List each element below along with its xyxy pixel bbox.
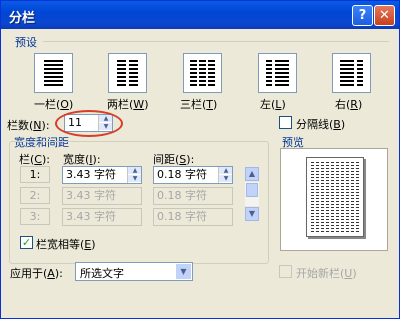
equal-width-checkbox[interactable]: ✓ bbox=[20, 236, 33, 249]
chevron-down-icon[interactable]: ▼ bbox=[176, 264, 191, 279]
dialog-title: 分栏 bbox=[9, 11, 36, 26]
scroll-up-icon[interactable]: ▲ bbox=[245, 167, 259, 181]
row-2-width-input[interactable]: 3.43 字符 bbox=[62, 187, 142, 205]
preset-one-column-label: 一栏(O) bbox=[34, 98, 74, 111]
columns-dialog: 分栏 ? ✕ 预设 一栏(O) 两栏(W) 三栏(T) 左(L) 右(R) 栏数… bbox=[0, 0, 400, 319]
columns-count-label: 栏数(N): bbox=[7, 119, 50, 132]
column-number-header: 栏(C): bbox=[19, 153, 50, 166]
preset-two-columns-label: 两栏(W) bbox=[107, 98, 149, 111]
row-1-width-spinner[interactable]: ▲ ▼ bbox=[127, 167, 141, 183]
equal-width-label: 栏宽相等(E) bbox=[36, 238, 96, 251]
highlight-annotation bbox=[55, 110, 123, 137]
one-column-preset-icon bbox=[44, 60, 63, 86]
spacing-header: 间距(S): bbox=[153, 153, 195, 166]
row-1-spacing-spinner[interactable]: ▲ ▼ bbox=[218, 167, 232, 183]
separator-label: 分隔线(B) bbox=[296, 118, 346, 131]
preview-columns-graphic bbox=[311, 162, 359, 232]
row-2-number: 2: bbox=[20, 187, 50, 204]
preset-right[interactable] bbox=[332, 53, 371, 93]
preview-box bbox=[280, 148, 388, 251]
scrollbar-thumb[interactable] bbox=[246, 183, 258, 197]
row-3-width-value: 3.43 字符 bbox=[66, 210, 116, 223]
width-header: 宽度(I): bbox=[63, 153, 101, 166]
spin-up-icon[interactable]: ▲ bbox=[219, 167, 232, 174]
row-1-width-input[interactable]: 3.43 字符 ▲ ▼ bbox=[62, 166, 142, 184]
row-3-spacing-value: 0.18 字符 bbox=[157, 210, 207, 223]
apply-to-value: 所选文字 bbox=[80, 267, 124, 280]
preset-two-columns[interactable] bbox=[108, 53, 147, 93]
row-1-width-value: 3.43 字符 bbox=[66, 168, 116, 181]
right-preset-icon bbox=[340, 60, 363, 86]
title-bar: 分栏 ? ✕ bbox=[1, 1, 399, 29]
apply-to-select[interactable]: 所选文字 ▼ bbox=[75, 262, 193, 281]
row-1-spacing-value: 0.18 字符 bbox=[157, 168, 207, 181]
preset-left[interactable] bbox=[258, 53, 297, 93]
presets-section-label: 预设 bbox=[15, 36, 37, 49]
spin-up-icon[interactable]: ▲ bbox=[128, 167, 141, 174]
preset-one-column[interactable] bbox=[34, 53, 73, 93]
row-2-spacing-value: 0.18 字符 bbox=[157, 189, 207, 202]
apply-to-label: 应用于(A): bbox=[10, 267, 63, 280]
two-columns-preset-icon bbox=[117, 60, 138, 86]
three-columns-preset-icon bbox=[190, 60, 215, 86]
row-1-number: 1: bbox=[20, 166, 50, 183]
preview-page bbox=[306, 157, 364, 237]
scroll-down-icon[interactable]: ▼ bbox=[245, 207, 259, 221]
spin-down-icon[interactable]: ▼ bbox=[128, 175, 141, 182]
preset-right-label: 右(R) bbox=[335, 98, 363, 111]
new-column-label: 开始新栏(U) bbox=[296, 267, 357, 280]
preset-left-label: 左(L) bbox=[260, 98, 286, 111]
row-2-width-value: 3.43 字符 bbox=[66, 189, 116, 202]
row-3-number: 3: bbox=[20, 208, 50, 225]
row-3-width-input[interactable]: 3.43 字符 bbox=[62, 208, 142, 226]
left-preset-icon bbox=[266, 60, 289, 86]
close-button[interactable]: ✕ bbox=[374, 5, 395, 26]
row-3-spacing-input[interactable]: 0.18 字符 bbox=[153, 208, 233, 226]
checkmark-icon: ✓ bbox=[21, 236, 32, 249]
preset-three-columns-label: 三栏(T) bbox=[180, 98, 218, 111]
row-1-spacing-input[interactable]: 0.18 字符 ▲ ▼ bbox=[153, 166, 233, 184]
help-button[interactable]: ? bbox=[352, 5, 373, 26]
presets-divider bbox=[43, 41, 389, 42]
preset-three-columns[interactable] bbox=[183, 53, 222, 93]
separator-checkbox[interactable] bbox=[279, 116, 292, 129]
row-2-spacing-input[interactable]: 0.18 字符 bbox=[153, 187, 233, 205]
new-column-checkbox[interactable] bbox=[279, 265, 292, 278]
spin-down-icon[interactable]: ▼ bbox=[219, 175, 232, 182]
